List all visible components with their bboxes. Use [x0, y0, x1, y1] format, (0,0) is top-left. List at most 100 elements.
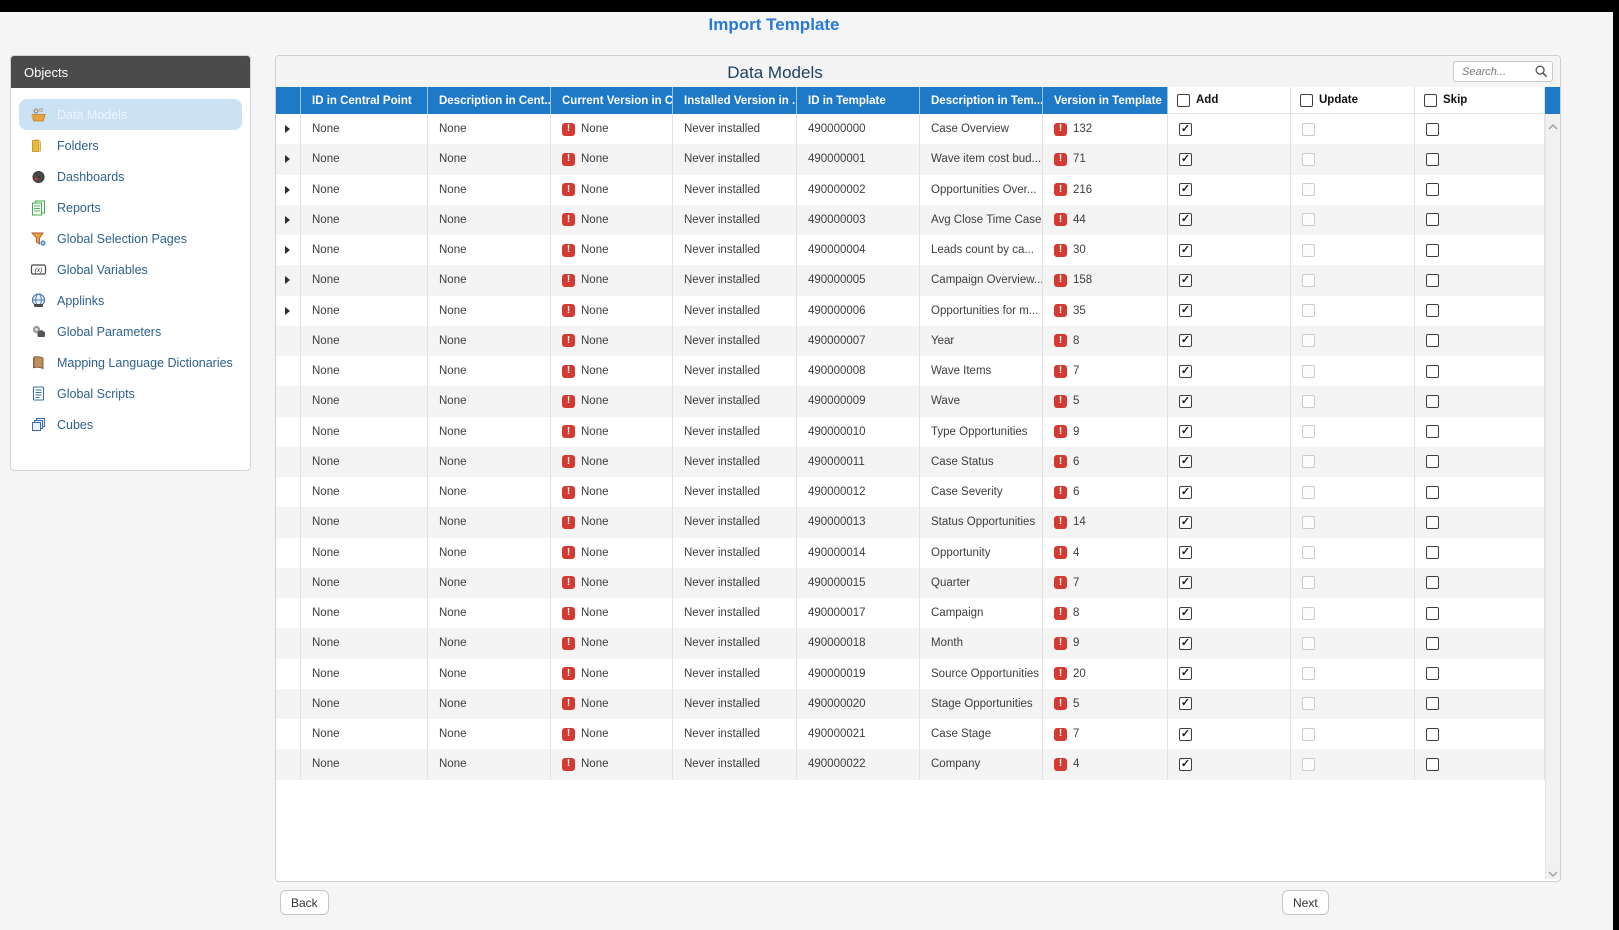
table-row[interactable]: NoneNone!NoneNever installed490000004Lea…	[276, 235, 1545, 265]
skip-checkbox[interactable]	[1426, 244, 1439, 257]
add-checkbox[interactable]	[1179, 183, 1192, 196]
skip-checkbox[interactable]	[1426, 637, 1439, 650]
add-checkbox[interactable]	[1179, 244, 1192, 257]
table-row[interactable]: NoneNone!NoneNever installed490000000Cas…	[276, 114, 1545, 144]
sidebar-item-cubes[interactable]: Cubes	[19, 409, 242, 440]
column-header[interactable]: Description in Tem...	[920, 87, 1043, 114]
skip-checkbox[interactable]	[1426, 758, 1439, 771]
column-header[interactable]: Version in Template	[1043, 87, 1168, 114]
sidebar-item-global-selection-pages[interactable]: Global Selection Pages	[19, 223, 242, 254]
add-select-all-checkbox[interactable]	[1177, 94, 1190, 107]
sidebar-item-global-parameters[interactable]: Global Parameters	[19, 316, 242, 347]
add-checkbox[interactable]	[1179, 758, 1192, 771]
table-row[interactable]: NoneNone!NoneNever installed490000007Yea…	[276, 326, 1545, 356]
sidebar-item-global-variables[interactable]: (x)Global Variables	[19, 254, 242, 285]
row-expander-cell[interactable]	[276, 296, 301, 326]
table-row[interactable]: NoneNone!NoneNever installed490000011Cas…	[276, 447, 1545, 477]
skip-checkbox[interactable]	[1426, 304, 1439, 317]
skip-checkbox[interactable]	[1426, 546, 1439, 559]
column-header[interactable]: Current Version in C...	[551, 87, 673, 114]
skip-checkbox[interactable]	[1426, 486, 1439, 499]
column-header[interactable]: ID in Central Point	[301, 87, 428, 114]
table-row[interactable]: NoneNone!NoneNever installed490000009Wav…	[276, 386, 1545, 416]
skip-checkbox[interactable]	[1426, 516, 1439, 529]
table-row[interactable]: NoneNone!NoneNever installed490000006Opp…	[276, 296, 1545, 326]
row-expander-cell[interactable]	[276, 235, 301, 265]
sidebar-item-data-models[interactable]: Data Models	[19, 99, 242, 130]
add-checkbox[interactable]	[1179, 667, 1192, 680]
sidebar-item-reports[interactable]: Reports	[19, 192, 242, 223]
expander-arrow-icon[interactable]	[285, 216, 290, 224]
add-checkbox[interactable]	[1179, 213, 1192, 226]
add-checkbox[interactable]	[1179, 455, 1192, 468]
skip-checkbox[interactable]	[1426, 334, 1439, 347]
add-checkbox[interactable]	[1179, 123, 1192, 136]
skip-checkbox[interactable]	[1426, 576, 1439, 589]
table-row[interactable]: NoneNone!NoneNever installed490000008Wav…	[276, 356, 1545, 386]
add-checkbox[interactable]	[1179, 697, 1192, 710]
skip-checkbox[interactable]	[1426, 213, 1439, 226]
sidebar-item-global-scripts[interactable]: Global Scripts	[19, 378, 242, 409]
skip-checkbox[interactable]	[1426, 123, 1439, 136]
table-row[interactable]: NoneNone!NoneNever installed490000014Opp…	[276, 538, 1545, 568]
add-checkbox[interactable]	[1179, 728, 1192, 741]
table-row[interactable]: NoneNone!NoneNever installed490000019Sou…	[276, 659, 1545, 689]
chevron-down-icon[interactable]	[1547, 865, 1559, 875]
expander-arrow-icon[interactable]	[285, 276, 290, 284]
table-row[interactable]: NoneNone!NoneNever installed490000015Qua…	[276, 568, 1545, 598]
skip-checkbox[interactable]	[1426, 274, 1439, 287]
add-checkbox[interactable]	[1179, 607, 1192, 620]
skip-checkbox[interactable]	[1426, 425, 1439, 438]
column-header[interactable]: Description in Cent...	[428, 87, 551, 114]
row-expander-cell[interactable]	[276, 205, 301, 235]
sidebar-item-folders[interactable]: Folders	[19, 130, 242, 161]
column-header[interactable]: Installed Version in ...	[673, 87, 797, 114]
expander-arrow-icon[interactable]	[285, 155, 290, 163]
next-button[interactable]: Next	[1282, 890, 1329, 915]
expander-arrow-icon[interactable]	[285, 186, 290, 194]
skip-checkbox[interactable]	[1426, 153, 1439, 166]
add-checkbox[interactable]	[1179, 425, 1192, 438]
row-expander-cell[interactable]	[276, 265, 301, 295]
update-select-all-checkbox[interactable]	[1300, 94, 1313, 107]
row-expander-cell[interactable]	[276, 144, 301, 174]
table-row[interactable]: NoneNone!NoneNever installed490000001Wav…	[276, 144, 1545, 174]
table-row[interactable]: NoneNone!NoneNever installed490000022Com…	[276, 749, 1545, 779]
skip-select-all-checkbox[interactable]	[1424, 94, 1437, 107]
skip-checkbox[interactable]	[1426, 455, 1439, 468]
add-checkbox[interactable]	[1179, 637, 1192, 650]
table-row[interactable]: NoneNone!NoneNever installed490000003Avg…	[276, 205, 1545, 235]
search-icon[interactable]	[1534, 64, 1549, 79]
add-checkbox[interactable]	[1179, 334, 1192, 347]
add-checkbox[interactable]	[1179, 546, 1192, 559]
expander-arrow-icon[interactable]	[285, 307, 290, 315]
skip-checkbox[interactable]	[1426, 395, 1439, 408]
add-checkbox[interactable]	[1179, 395, 1192, 408]
add-checkbox[interactable]	[1179, 516, 1192, 529]
skip-checkbox[interactable]	[1426, 697, 1439, 710]
vertical-scrollbar[interactable]	[1545, 114, 1560, 879]
row-expander-cell[interactable]	[276, 114, 301, 144]
table-row[interactable]: NoneNone!NoneNever installed490000013Sta…	[276, 507, 1545, 537]
expander-arrow-icon[interactable]	[285, 246, 290, 254]
sidebar-item-applinks[interactable]: Applinks	[19, 285, 242, 316]
table-row[interactable]: NoneNone!NoneNever installed490000017Cam…	[276, 598, 1545, 628]
table-row[interactable]: NoneNone!NoneNever installed490000012Cas…	[276, 477, 1545, 507]
skip-checkbox[interactable]	[1426, 183, 1439, 196]
table-row[interactable]: NoneNone!NoneNever installed490000021Cas…	[276, 719, 1545, 749]
chevron-up-icon[interactable]	[1547, 118, 1559, 128]
skip-checkbox[interactable]	[1426, 365, 1439, 378]
add-checkbox[interactable]	[1179, 486, 1192, 499]
table-row[interactable]: NoneNone!NoneNever installed490000018Mon…	[276, 628, 1545, 658]
search-input[interactable]	[1454, 66, 1534, 78]
sidebar-item-mapping-language-dictionaries[interactable]: Mapping Language Dictionaries	[19, 347, 242, 378]
sidebar-item-dashboards[interactable]: Dashboards	[19, 161, 242, 192]
column-header[interactable]: ID in Template	[797, 87, 920, 114]
table-row[interactable]: NoneNone!NoneNever installed490000002Opp…	[276, 175, 1545, 205]
add-checkbox[interactable]	[1179, 365, 1192, 378]
back-button[interactable]: Back	[280, 890, 329, 915]
skip-checkbox[interactable]	[1426, 607, 1439, 620]
add-checkbox[interactable]	[1179, 304, 1192, 317]
expander-arrow-icon[interactable]	[285, 125, 290, 133]
add-checkbox[interactable]	[1179, 274, 1192, 287]
